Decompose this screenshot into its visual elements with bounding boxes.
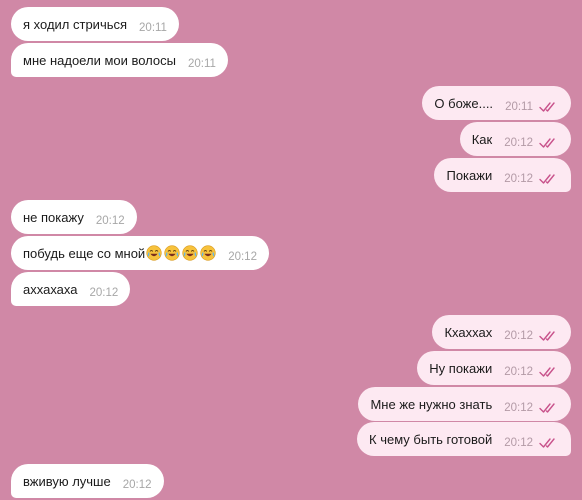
message-text: Кхаххах: [444, 324, 493, 340]
message-bubble-incoming[interactable]: мне надоели мои волосы 20:11: [11, 43, 228, 77]
message-bubble-outgoing[interactable]: О боже.... 20:11: [422, 86, 571, 120]
message-time: 20:12: [504, 366, 533, 378]
read-checkmarks-icon: [539, 102, 555, 112]
message-text: Мне же нужно знать: [370, 396, 493, 412]
message-time: 20:12: [504, 402, 533, 414]
read-checkmarks-icon: [539, 367, 555, 377]
message-time: 20:12: [504, 173, 533, 185]
message-bubble-incoming[interactable]: я ходил стричься 20:11: [11, 7, 179, 41]
crying-laughing-face-icon: [146, 245, 162, 261]
message-time: 20:12: [89, 287, 119, 299]
message-time: 20:12: [504, 330, 533, 342]
message-text: аххахаха: [23, 281, 78, 297]
chat-history: я ходил стричься 20:11 мне надоели мои в…: [0, 0, 582, 500]
message-text: побудь еще со мной: [23, 245, 146, 261]
message-text: Ну покажи: [429, 360, 493, 376]
message-time: 20:11: [505, 101, 533, 113]
message-bubble-outgoing[interactable]: Ну покажи 20:12: [417, 351, 571, 385]
message-bubble-outgoing[interactable]: Покажи 20:12: [434, 158, 571, 192]
read-checkmarks-icon: [539, 174, 555, 184]
message-text: О боже....: [434, 95, 494, 111]
message-text: мне надоели мои волосы: [23, 52, 176, 68]
message-text: Как: [471, 131, 493, 147]
message-bubble-outgoing[interactable]: Кхаххах 20:12: [432, 315, 571, 349]
message-bubble-outgoing[interactable]: К чему быть готовой 20:12: [357, 422, 571, 456]
crying-laughing-face-icon: [200, 245, 216, 261]
message-time: 20:12: [504, 137, 533, 149]
message-time: 20:11: [139, 22, 167, 34]
emoji-group: [146, 245, 216, 261]
crying-laughing-face-icon: [182, 245, 198, 261]
crying-laughing-face-icon: [164, 245, 180, 261]
message-time: 20:11: [188, 58, 216, 70]
message-time: 20:12: [504, 437, 533, 449]
message-bubble-outgoing[interactable]: Как 20:12: [459, 122, 571, 156]
message-text: я ходил стричься: [23, 16, 128, 32]
message-bubble-incoming[interactable]: вживую лучше 20:12: [11, 464, 164, 498]
message-text: К чему быть готовой: [369, 431, 493, 447]
read-checkmarks-icon: [539, 403, 555, 413]
read-checkmarks-icon: [539, 138, 555, 148]
message-bubble-incoming[interactable]: не покажу 20:12: [11, 200, 137, 234]
message-time: 20:12: [122, 479, 152, 491]
message-text: Покажи: [446, 167, 493, 183]
message-text: вживую лучше: [23, 473, 111, 489]
message-bubble-incoming[interactable]: побудь еще со мной 20:12: [11, 236, 269, 270]
read-checkmarks-icon: [539, 331, 555, 341]
message-text: не покажу: [23, 209, 84, 225]
message-bubble-incoming[interactable]: аххахаха 20:12: [11, 272, 131, 306]
read-checkmarks-icon: [539, 438, 555, 448]
message-time: 20:12: [228, 251, 257, 263]
message-bubble-outgoing[interactable]: Мне же нужно знать 20:12: [358, 387, 571, 421]
message-time: 20:12: [95, 215, 125, 227]
